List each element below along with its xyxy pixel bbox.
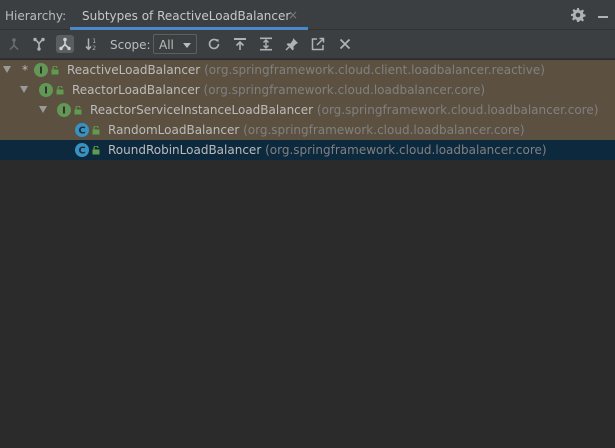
svg-text:C: C bbox=[78, 126, 85, 137]
tree-row[interactable]: C RandomLoadBalancer (org.springframewor… bbox=[0, 120, 615, 140]
expand-arrow-icon[interactable] bbox=[39, 106, 47, 113]
hierarchy-header: Hierarchy: Subtypes of ReactiveLoadBalan… bbox=[0, 0, 615, 30]
supertypes-icon[interactable] bbox=[5, 35, 23, 53]
scope-label: Scope: bbox=[110, 38, 151, 52]
expand-all-icon[interactable] bbox=[257, 35, 275, 53]
open-in-new-window-icon[interactable] bbox=[309, 35, 327, 53]
chevron-down-icon bbox=[183, 43, 191, 48]
svg-text:I: I bbox=[62, 106, 66, 117]
tree-item-label: ReactiveLoadBalancer (org.springframewor… bbox=[67, 63, 545, 77]
tab-close-icon[interactable]: × bbox=[288, 8, 298, 22]
tree-row[interactable]: C RoundRobinLoadBalancer (org.springfram… bbox=[0, 140, 615, 160]
pin-icon[interactable] bbox=[283, 35, 301, 53]
tab-title: Subtypes of ReactiveLoadBalancer bbox=[82, 9, 291, 23]
class-icon: C bbox=[75, 123, 89, 137]
close-icon[interactable] bbox=[336, 35, 354, 53]
minimize-icon[interactable] bbox=[596, 7, 610, 23]
svg-text:C: C bbox=[78, 146, 85, 157]
tree-item-label: ReactorLoadBalancer (org.springframework… bbox=[72, 83, 486, 97]
lock-icon bbox=[51, 66, 59, 75]
refresh-icon[interactable] bbox=[205, 35, 223, 53]
svg-text:I: I bbox=[44, 86, 48, 97]
lock-icon bbox=[56, 86, 64, 95]
lock-icon bbox=[74, 106, 82, 115]
tree-item-label: ReactorServiceInstanceLoadBalancer (org.… bbox=[90, 103, 599, 117]
tree-item-label: RoundRobinLoadBalancer (org.springframew… bbox=[108, 143, 547, 157]
scope-value: All bbox=[159, 38, 174, 52]
tab-subtypes[interactable]: Subtypes of ReactiveLoadBalancer × bbox=[70, 0, 308, 30]
interface-icon: I bbox=[39, 83, 53, 97]
tree-row[interactable]: * I ReactiveLoadBalancer (org.springfram… bbox=[0, 60, 615, 80]
lock-icon bbox=[92, 146, 100, 155]
expand-arrow-icon[interactable] bbox=[3, 66, 11, 73]
interface-icon: I bbox=[34, 63, 48, 77]
class-icon: C bbox=[75, 143, 89, 157]
interface-icon: I bbox=[57, 103, 71, 117]
subtypes-icon[interactable] bbox=[30, 35, 48, 53]
tree-row[interactable]: I ReactorServiceInstanceLoadBalancer (or… bbox=[0, 100, 615, 120]
sort-alphabetically-icon[interactable]: 1 2 bbox=[83, 35, 101, 53]
scope-dropdown[interactable]: All bbox=[153, 34, 197, 54]
expand-arrow-icon[interactable] bbox=[20, 86, 28, 93]
class-hierarchy-icon[interactable] bbox=[56, 35, 74, 53]
svg-text:2: 2 bbox=[92, 45, 96, 51]
hierarchy-toolbar: 1 2 Scope: All bbox=[0, 30, 615, 59]
autoscroll-to-source-icon[interactable] bbox=[231, 35, 249, 53]
tree-item-label: RandomLoadBalancer (org.springframework.… bbox=[108, 123, 525, 137]
lock-icon bbox=[92, 126, 100, 135]
tree-row[interactable]: I ReactorLoadBalancer (org.springframewo… bbox=[0, 80, 615, 100]
hierarchy-label: Hierarchy: bbox=[5, 9, 67, 23]
svg-text:I: I bbox=[39, 66, 43, 77]
base-marker: * bbox=[22, 63, 28, 77]
gear-icon[interactable] bbox=[570, 7, 586, 23]
